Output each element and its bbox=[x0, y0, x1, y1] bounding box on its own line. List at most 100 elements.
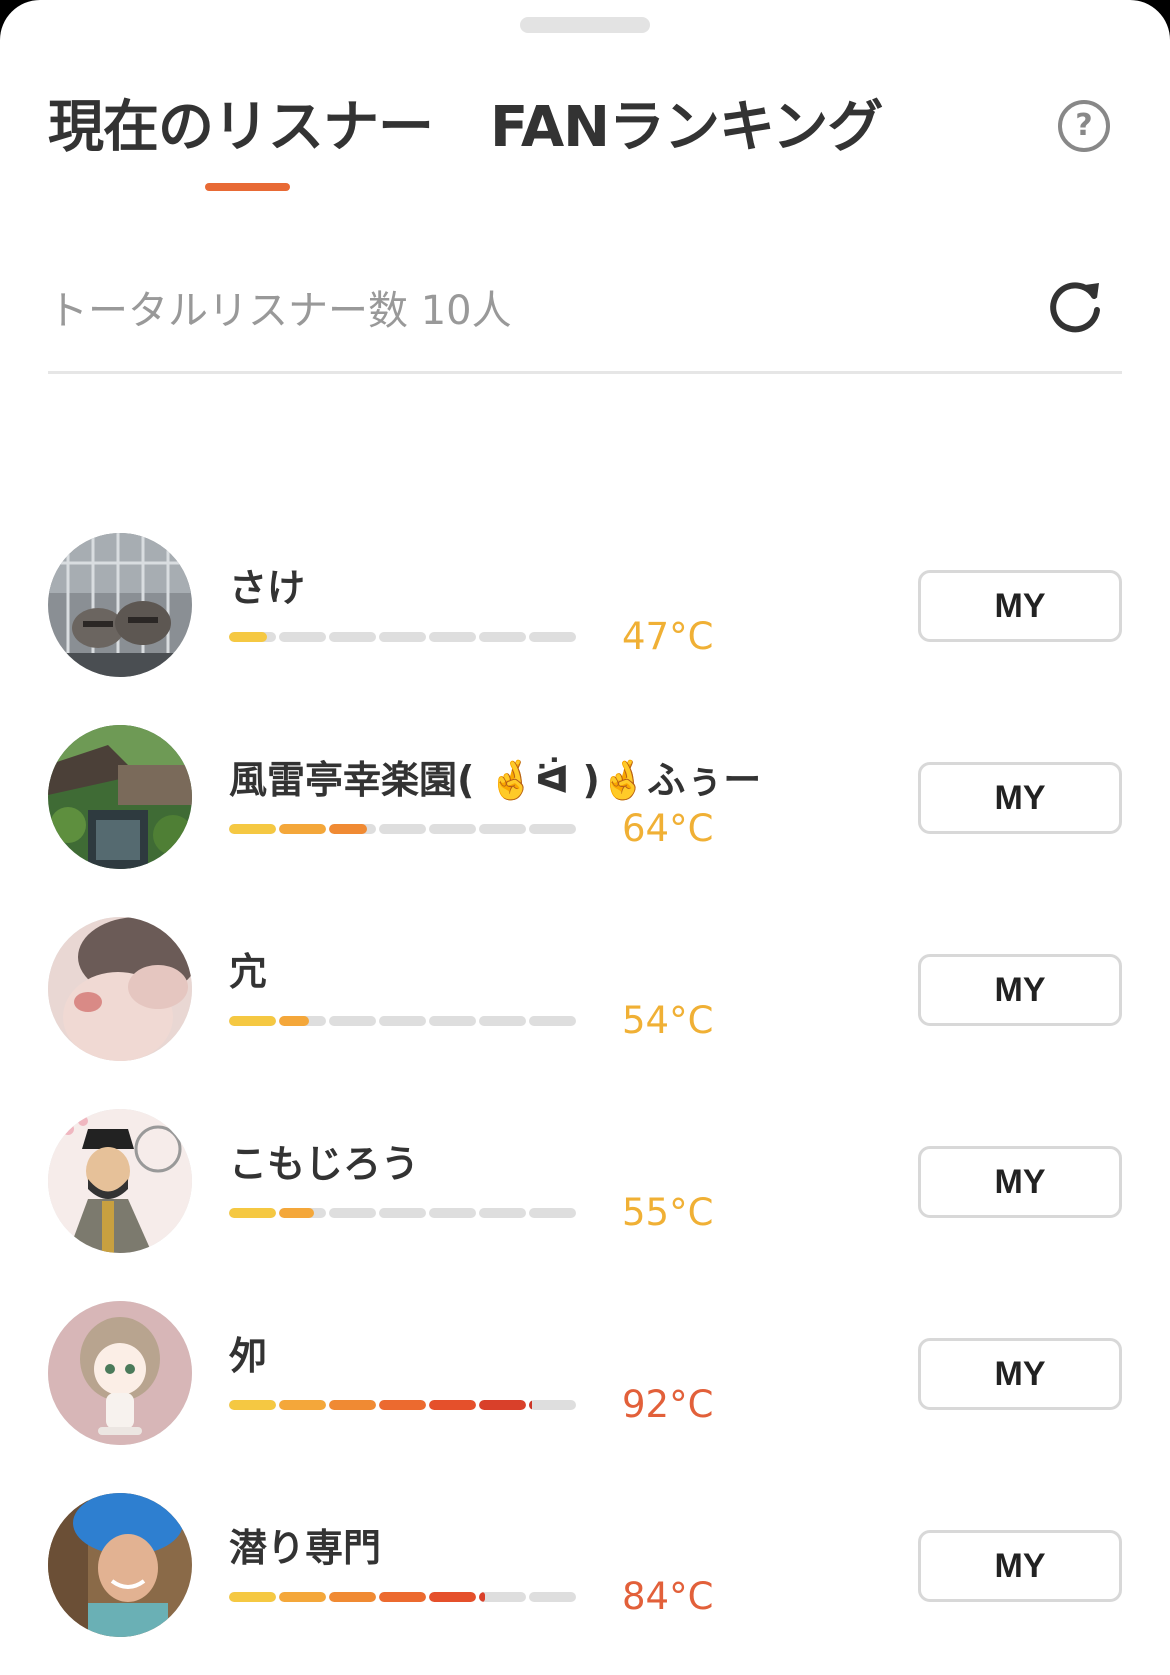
temperature-segment-fill bbox=[229, 824, 276, 834]
sheet-drag-handle[interactable] bbox=[520, 17, 650, 33]
divider bbox=[48, 371, 1122, 374]
listener-name: こもじろう bbox=[229, 1142, 420, 1186]
temperature-segment bbox=[379, 1016, 426, 1026]
temperature-value: 64°C bbox=[622, 807, 714, 850]
temperature-segment bbox=[229, 632, 276, 642]
listener-name: 風雷亭幸楽園( 🤞ᐛ )🤞ふぅー bbox=[229, 758, 762, 802]
avatar[interactable] bbox=[48, 917, 192, 1061]
avatar[interactable] bbox=[48, 1109, 192, 1253]
total-listeners-count: トータルリスナー数 10人 bbox=[48, 288, 512, 334]
temperature-bar bbox=[229, 1400, 604, 1410]
my-button[interactable]: MY bbox=[918, 954, 1122, 1026]
temperature-segment-fill bbox=[379, 1400, 426, 1410]
tab-fan-ranking[interactable]: FANランキング bbox=[490, 82, 883, 163]
temperature-bar bbox=[229, 1016, 604, 1026]
temperature-segment bbox=[279, 1016, 326, 1026]
temperature-segment-fill bbox=[229, 1592, 276, 1602]
temperature-segment bbox=[429, 1016, 476, 1026]
temperature-segment bbox=[279, 632, 326, 642]
temperature-segment bbox=[479, 1592, 526, 1602]
my-button[interactable]: MY bbox=[918, 570, 1122, 642]
temperature-segment bbox=[429, 824, 476, 834]
temperature-segment bbox=[379, 1208, 426, 1218]
temperature-value: 84°C bbox=[622, 1575, 714, 1618]
temperature-segment-fill bbox=[429, 1400, 476, 1410]
temperature-segment bbox=[479, 632, 526, 642]
temperature-segment-fill bbox=[479, 1592, 485, 1602]
list-item[interactable]: 潜り専門 84°C MY bbox=[0, 1493, 1170, 1653]
avatar[interactable] bbox=[48, 1493, 192, 1637]
temperature-segment bbox=[279, 1592, 326, 1602]
temperature-segment bbox=[329, 1208, 376, 1218]
temperature-value: 55°C bbox=[622, 1191, 714, 1234]
tab-current-listeners[interactable]: 現在のリスナー bbox=[48, 82, 434, 163]
temperature-segment bbox=[329, 1016, 376, 1026]
temperature-bar bbox=[229, 824, 604, 834]
temperature-segment-fill bbox=[229, 1016, 276, 1026]
list-item[interactable]: 宂 54°C MY bbox=[0, 917, 1170, 1077]
temperature-segment-fill bbox=[479, 1400, 526, 1410]
temperature-segment bbox=[429, 1592, 476, 1602]
temperature-segment bbox=[229, 1400, 276, 1410]
temperature-value: 47°C bbox=[622, 615, 714, 658]
list-item[interactable]: こもじろう 55°C MY bbox=[0, 1109, 1170, 1269]
list-item[interactable]: 風雷亭幸楽園( 🤞ᐛ )🤞ふぅー 64°C MY bbox=[0, 725, 1170, 885]
temperature-segment bbox=[479, 824, 526, 834]
temperature-bar bbox=[229, 1592, 604, 1602]
temperature-segment bbox=[279, 1400, 326, 1410]
temperature-segment bbox=[229, 1592, 276, 1602]
temperature-segment-fill bbox=[329, 824, 367, 834]
temperature-segment bbox=[429, 632, 476, 642]
temperature-segment-fill bbox=[529, 1400, 532, 1410]
temperature-segment bbox=[529, 1016, 576, 1026]
temperature-segment bbox=[529, 632, 576, 642]
my-button[interactable]: MY bbox=[918, 1530, 1122, 1602]
avatar[interactable] bbox=[48, 533, 192, 677]
temperature-segment bbox=[429, 1400, 476, 1410]
temperature-segment-fill bbox=[279, 1208, 314, 1218]
temperature-bar bbox=[229, 632, 604, 642]
listener-name: 夘 bbox=[229, 1334, 268, 1378]
temperature-value: 54°C bbox=[622, 999, 714, 1042]
temperature-segment bbox=[479, 1208, 526, 1218]
temperature-segment-fill bbox=[279, 1592, 326, 1602]
temperature-segment-fill bbox=[429, 1592, 476, 1602]
list-item[interactable]: さけ 47°C MY bbox=[0, 533, 1170, 693]
temperature-segment-fill bbox=[329, 1400, 376, 1410]
temperature-segment bbox=[529, 1592, 576, 1602]
temperature-segment bbox=[379, 824, 426, 834]
temperature-segment-fill bbox=[229, 632, 267, 642]
my-button[interactable]: MY bbox=[918, 1338, 1122, 1410]
listener-name: 潜り専門 bbox=[229, 1526, 382, 1570]
temperature-value: 92°C bbox=[622, 1383, 714, 1426]
listener-name: さけ bbox=[229, 566, 306, 610]
temperature-segment bbox=[279, 1208, 326, 1218]
temperature-segment bbox=[479, 1016, 526, 1026]
listener-name: 宂 bbox=[229, 950, 268, 994]
temperature-segment bbox=[479, 1400, 526, 1410]
temperature-segment bbox=[529, 1400, 576, 1410]
temperature-segment bbox=[379, 632, 426, 642]
list-item[interactable]: 夘 92°C MY bbox=[0, 1301, 1170, 1461]
temperature-segment bbox=[379, 1592, 426, 1602]
my-button[interactable]: MY bbox=[918, 762, 1122, 834]
temperature-segment bbox=[379, 1400, 426, 1410]
temperature-segment bbox=[329, 632, 376, 642]
question-circle-icon[interactable]: ? bbox=[1058, 100, 1110, 152]
temperature-segment bbox=[329, 1400, 376, 1410]
temperature-segment bbox=[429, 1208, 476, 1218]
temperature-segment bbox=[329, 824, 376, 834]
listener-sheet: 現在のリスナー FANランキング ? トータルリスナー数 10人 さけ 47°C M… bbox=[0, 0, 1170, 1675]
temperature-segment-fill bbox=[329, 1592, 376, 1602]
temperature-segment-fill bbox=[229, 1400, 276, 1410]
avatar[interactable] bbox=[48, 725, 192, 869]
temperature-segment-fill bbox=[229, 1208, 276, 1218]
temperature-segment bbox=[529, 1208, 576, 1218]
active-tab-indicator bbox=[205, 183, 290, 191]
temperature-segment bbox=[529, 824, 576, 834]
my-button[interactable]: MY bbox=[918, 1146, 1122, 1218]
temperature-segment-fill bbox=[379, 1592, 426, 1602]
temperature-segment bbox=[229, 824, 276, 834]
refresh-icon[interactable] bbox=[1044, 274, 1106, 336]
avatar[interactable] bbox=[48, 1301, 192, 1445]
